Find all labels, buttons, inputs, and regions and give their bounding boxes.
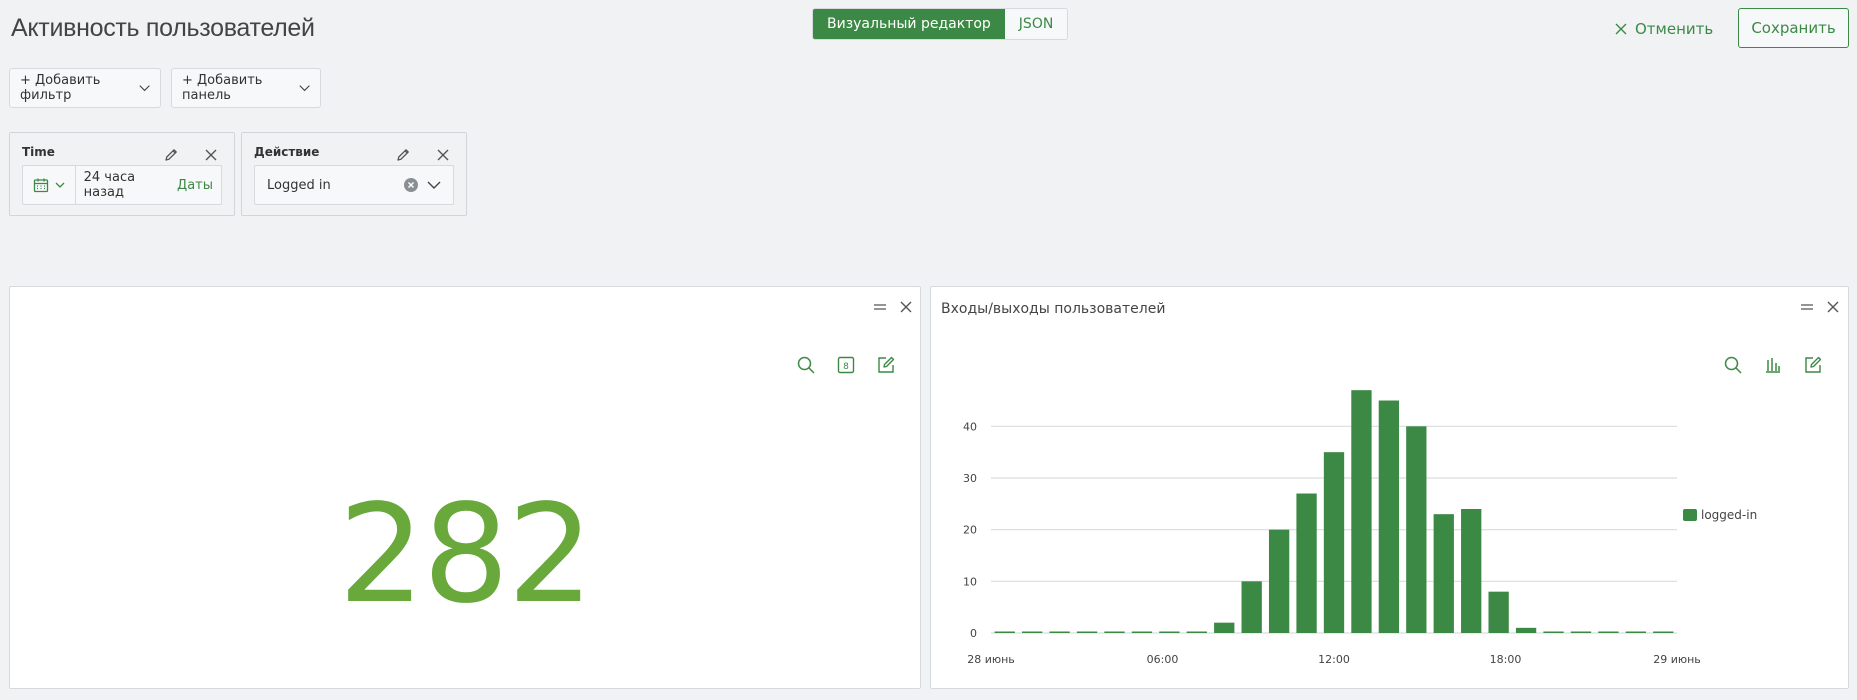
filter-card-time: Time 24 часа назад Даты	[9, 132, 235, 216]
y-tick-label: 40	[963, 420, 977, 433]
add-panel-button[interactable]: + Добавить панель	[171, 68, 321, 108]
filter-label: Действие	[254, 145, 320, 159]
y-tick-label: 20	[963, 524, 977, 537]
cancel-button[interactable]: Отменить	[1615, 18, 1713, 40]
search-icon[interactable]	[796, 355, 816, 375]
chart-bar[interactable]	[1488, 591, 1509, 633]
chart-bar[interactable]	[1268, 529, 1290, 633]
chart-bar[interactable]	[1378, 400, 1400, 634]
drag-handle-icon[interactable]	[872, 299, 888, 315]
close-icon[interactable]	[436, 148, 450, 162]
chart-bar[interactable]	[994, 631, 1015, 634]
y-tick-label: 10	[963, 575, 977, 588]
chart-bar[interactable]	[1515, 627, 1537, 633]
chart-bar[interactable]	[1022, 631, 1043, 634]
legend-item[interactable]: logged-in	[1683, 508, 1757, 522]
cancel-label: Отменить	[1635, 20, 1714, 38]
chart-bar[interactable]	[1049, 631, 1070, 634]
date-range-value[interactable]: 24 часа назад	[84, 170, 177, 200]
chart-bar[interactable]	[1131, 631, 1153, 634]
x-tick-label: 29 июнь	[1653, 653, 1701, 666]
chart-bar[interactable]	[1076, 631, 1098, 634]
chart-bar[interactable]	[1104, 631, 1125, 634]
chart-bar[interactable]	[1159, 631, 1180, 634]
close-icon	[1615, 23, 1627, 35]
legend-swatch	[1683, 509, 1697, 521]
action-select[interactable]: Logged in	[254, 165, 454, 205]
chart-bar[interactable]	[1433, 514, 1454, 633]
y-tick-label: 0	[970, 627, 977, 640]
calendar-dropdown[interactable]	[23, 166, 76, 204]
x-tick-label: 06:00	[1147, 653, 1179, 666]
pencil-icon[interactable]	[395, 147, 411, 163]
date-range-picker: 24 часа назад Даты	[22, 165, 222, 205]
add-panel-label: + Добавить панель	[182, 73, 263, 103]
chevron-down-icon	[299, 85, 310, 92]
counter-value: 282	[338, 476, 594, 634]
edit-icon[interactable]	[876, 355, 896, 375]
counter-visualization-icon[interactable]: 8	[836, 355, 856, 375]
chart-bar[interactable]	[1598, 631, 1619, 634]
action-select-value: Logged in	[267, 177, 331, 193]
chevron-down-icon[interactable]	[427, 181, 441, 189]
chart-bar[interactable]	[1241, 581, 1262, 633]
add-filter-label: + Добавить фильтр	[20, 73, 101, 103]
chevron-down-icon	[139, 85, 150, 92]
chart-bar[interactable]	[1323, 452, 1345, 633]
counter-panel: 8 282	[9, 286, 921, 689]
close-icon[interactable]	[204, 148, 218, 162]
y-tick-label: 30	[963, 472, 977, 485]
chart-bar[interactable]	[1653, 631, 1674, 634]
chart-bar[interactable]	[1570, 631, 1592, 634]
visual-editor-tab[interactable]: Визуальный редактор	[813, 9, 1005, 39]
legend-label: logged-in	[1701, 508, 1757, 522]
clear-icon[interactable]	[403, 177, 419, 193]
filter-card-action: Действие Logged in	[241, 132, 467, 216]
chevron-down-icon	[55, 182, 65, 188]
x-tick-label: 28 июнь	[967, 653, 1015, 666]
chart-bar[interactable]	[1406, 426, 1427, 633]
filter-label: Time	[22, 145, 55, 159]
chart-bar[interactable]	[1214, 622, 1235, 633]
chart-bar[interactable]	[1186, 631, 1207, 634]
x-tick-label: 18:00	[1490, 653, 1522, 666]
add-filter-button[interactable]: + Добавить фильтр	[9, 68, 161, 108]
json-editor-tab[interactable]: JSON	[1004, 9, 1068, 39]
chart-bar[interactable]	[1351, 390, 1372, 633]
calendar-icon	[33, 178, 48, 193]
bar-chart: 0 10 20 30 40 28 июнь 06:00 12:00 18:00 29 июнь l…	[963, 390, 1757, 666]
save-button[interactable]: Сохранить	[1738, 8, 1849, 48]
x-tick-label: 12:00	[1318, 653, 1350, 666]
pencil-icon[interactable]	[163, 147, 179, 163]
editor-mode-switch: Визуальный редактор JSON	[812, 8, 1069, 40]
chart-panel: Входы/выходы пользователей 0 10 20 30 40 28 и…	[930, 286, 1849, 689]
dates-link[interactable]: Даты	[177, 178, 213, 193]
chart-bar[interactable]	[1543, 631, 1564, 634]
chart-bar[interactable]	[1461, 509, 1482, 633]
page-title: Активность пользователей	[11, 14, 315, 42]
svg-text:8: 8	[843, 362, 849, 372]
close-icon[interactable]	[898, 299, 914, 315]
chart-bar[interactable]	[1296, 493, 1317, 634]
chart-bar[interactable]	[1625, 631, 1646, 634]
